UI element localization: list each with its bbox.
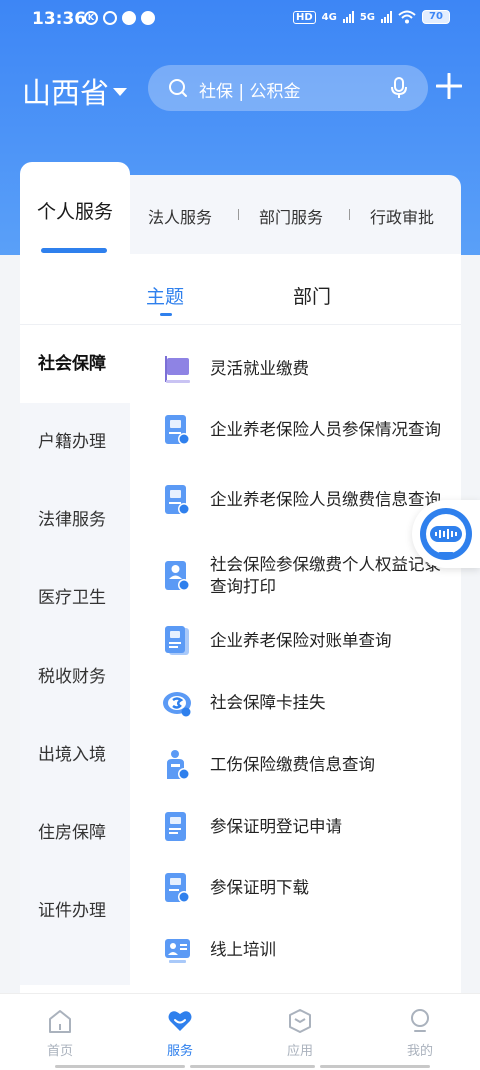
tab-label: 个人服务 [36, 201, 113, 223]
status-bar: 13:36 K HD 4G 5G 70 [0, 0, 480, 38]
sidebar-item-housing[interactable]: 住房保障 [20, 794, 130, 872]
service-item[interactable]: 企业养老保险对账单查询 [162, 625, 452, 657]
search-placeholder: 社保 | 公积金 [199, 82, 301, 102]
nav-label: 首页 [46, 1044, 73, 1059]
sidebar-item-social-security[interactable]: 社会保障 [20, 325, 130, 403]
tab-administrative-approval[interactable]: 行政审批 [370, 204, 434, 228]
statement-doc-icon [165, 626, 189, 655]
tab-active-indicator [41, 248, 107, 253]
tab-department-service[interactable]: 部门服务 [259, 204, 323, 228]
download-doc-icon [165, 873, 190, 903]
compass-icon [141, 11, 155, 25]
signal-icon-1 [342, 11, 354, 23]
signal-icon-2 [381, 11, 392, 23]
enterprise-doc-list-icon [165, 485, 190, 515]
service-label: 企业养老保险对账单查询 [210, 631, 392, 650]
tab-separator [238, 209, 239, 220]
tab-separator [349, 209, 350, 220]
gesture-bar [55, 1065, 185, 1068]
apps-icon [289, 1009, 311, 1033]
service-label: 参保证明下载 [210, 878, 309, 897]
service-label: 参保证明登记申请 [210, 817, 342, 836]
heart-icon [168, 1011, 192, 1031]
assistant-bot-button[interactable] [412, 500, 480, 568]
subtab-indicator [160, 313, 172, 316]
hd-label: HD [292, 10, 316, 24]
net-5g: 5G [359, 11, 375, 23]
wifi-icon [398, 10, 416, 24]
profile-icon [411, 1009, 429, 1032]
service-item[interactable]: 线上培训 [162, 934, 452, 966]
k-icon: K [84, 11, 98, 25]
status-right: HD 4G 5G 70 [292, 10, 450, 24]
gesture-bar [320, 1065, 430, 1068]
search-bar[interactable]: 社保 | 公积金 [148, 65, 428, 111]
gesture-bar [190, 1065, 315, 1068]
subtab-theme[interactable]: 主题 [146, 282, 184, 309]
service-label: 企业养老保险人员缴费信息查询 [210, 490, 441, 509]
social-card-icon [163, 692, 191, 717]
net-4g: 4G [321, 11, 337, 23]
enterprise-doc-check-icon [165, 415, 190, 445]
nav-label: 我的 [406, 1044, 433, 1059]
nav-apps[interactable]: 应用 [240, 994, 360, 1064]
category-sidebar: 社会保障 户籍办理 法律服务 医疗卫生 税收财务 出境入境 住房保障 证件办理 [20, 325, 130, 985]
sidebar-item-legal[interactable]: 法律服务 [20, 481, 130, 559]
service-label: 社会保障卡挂失 [210, 693, 326, 712]
service-item[interactable]: 企业养老保险人员缴费信息查询 [162, 484, 452, 516]
training-icon [165, 939, 190, 963]
sidebar-item-immigration[interactable]: 出境入境 [20, 716, 130, 794]
sidebar-item-certificates[interactable]: 证件办理 [20, 872, 130, 950]
circle-icon [103, 11, 117, 25]
province-selector[interactable]: 山西省 [22, 70, 128, 112]
nav-home[interactable]: 首页 [0, 994, 120, 1064]
service-item[interactable]: 参保证明登记申请 [162, 811, 452, 843]
home-icon [49, 1010, 71, 1033]
status-time: 13:36 [32, 9, 87, 29]
service-label: 线上培训 [210, 940, 276, 959]
service-item[interactable]: 社会保险参保缴费个人权益记录查询打印 [162, 554, 452, 598]
weibo-icon [122, 11, 136, 25]
search-icon [169, 79, 187, 97]
flag-icon [165, 356, 190, 383]
battery-indicator: 70 [422, 10, 450, 24]
service-item[interactable]: 企业养老保险人员参保情况查询 [162, 414, 452, 446]
tab-personal-service[interactable]: 个人服务 [20, 162, 130, 257]
service-item[interactable]: 社会保障卡挂失 [162, 687, 452, 719]
nav-profile[interactable]: 我的 [360, 994, 480, 1064]
person-doc-icon [165, 561, 190, 591]
robot-icon [420, 508, 472, 560]
plus-icon[interactable] [436, 73, 462, 99]
service-label: 灵活就业缴费 [210, 359, 309, 378]
nav-label: 应用 [286, 1044, 313, 1059]
nav-label: 服务 [166, 1044, 193, 1059]
service-label: 企业养老保险人员参保情况查询 [210, 420, 441, 439]
province-label: 山西省 [22, 76, 110, 110]
service-item[interactable]: 工伤保险缴费信息查询 [162, 749, 452, 781]
sidebar-item-medical[interactable]: 医疗卫生 [20, 559, 130, 637]
service-label: 工伤保险缴费信息查询 [210, 755, 375, 774]
nav-services[interactable]: 服务 [120, 994, 240, 1064]
sidebar-item-household[interactable]: 户籍办理 [20, 403, 130, 481]
sidebar-item-tax[interactable]: 税收财务 [20, 638, 130, 716]
microphone-icon[interactable] [390, 77, 408, 99]
injury-insurance-icon [167, 750, 190, 780]
notification-icons: K [84, 11, 155, 25]
bottom-navigation: 首页 服务 应用 我的 [0, 993, 480, 1070]
service-item[interactable]: 参保证明下载 [162, 872, 452, 904]
service-item[interactable]: 灵活就业缴费 [162, 353, 452, 385]
subtab-department[interactable]: 部门 [293, 282, 331, 309]
certificate-doc-icon [165, 812, 186, 841]
tab-legal-person-service[interactable]: 法人服务 [148, 204, 212, 228]
chevron-down-icon [113, 88, 128, 96]
